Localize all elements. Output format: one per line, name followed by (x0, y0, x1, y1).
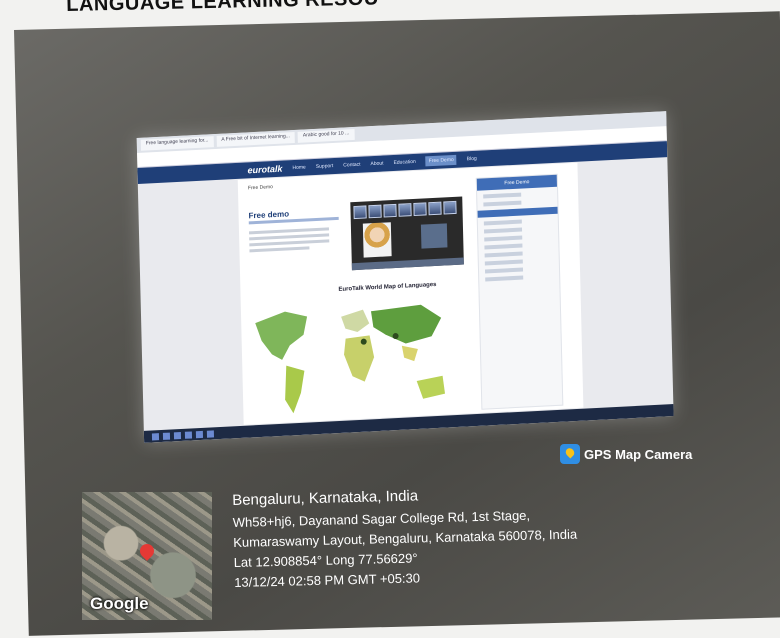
nav-item-home[interactable]: Home (292, 164, 305, 171)
browser-tab[interactable]: Arabic good for 10 ... (297, 128, 355, 143)
sidebar-header: Free Demo (476, 174, 557, 191)
thumbnail[interactable] (383, 203, 397, 218)
thumbnail[interactable] (353, 205, 367, 220)
thumbnail[interactable] (428, 201, 442, 216)
taskbar-icon[interactable] (173, 431, 182, 439)
breadcrumb: Free Demo (247, 184, 274, 192)
nav-item-free-demo[interactable]: Free Demo (425, 154, 457, 167)
nav-item-contact[interactable]: Contact (343, 162, 360, 169)
location-info: Bengaluru, Karnataka, India Wh58+hj6, Da… (232, 484, 578, 593)
language-thumbnails (350, 197, 462, 224)
location-pin-icon (137, 541, 157, 561)
video-still (420, 223, 448, 249)
thumbnail[interactable] (413, 202, 427, 217)
demo-video-player[interactable] (350, 196, 464, 271)
world-language-map[interactable] (245, 293, 458, 424)
sidebar-item-selected[interactable] (477, 206, 558, 218)
nav-item-education[interactable]: Education (393, 159, 415, 166)
browser-tab[interactable]: Free language learning for... (140, 136, 214, 151)
thumbnail[interactable] (368, 204, 382, 219)
map-pin-icon (560, 444, 580, 464)
taskbar-icon[interactable] (162, 432, 171, 440)
sidebar-item[interactable] (484, 235, 523, 242)
sidebar-item[interactable] (483, 219, 522, 226)
document-heading: LANGUAGE LEARNING RESOU (66, 0, 380, 16)
sidebar-item[interactable] (483, 200, 522, 207)
sidebar-item[interactable] (484, 243, 523, 250)
nav-item-support[interactable]: Support (316, 163, 334, 170)
demo-sidebar: Free Demo (475, 173, 564, 410)
player-controls[interactable] (351, 257, 464, 271)
location-map-thumbnail: Google (82, 492, 212, 620)
site-logo[interactable]: eurotalk (247, 164, 282, 176)
gps-app-label: GPS Map Camera (584, 446, 693, 462)
thumbnail[interactable] (443, 200, 457, 215)
map-brand-label: Google (90, 594, 149, 613)
sidebar-item[interactable] (485, 275, 524, 282)
sidebar-item[interactable] (483, 192, 522, 199)
taskbar-icon[interactable] (184, 430, 193, 439)
sidebar-item[interactable] (484, 227, 523, 234)
taskbar-icon[interactable] (206, 429, 214, 438)
sidebar-item[interactable] (484, 251, 523, 258)
presenter-image (362, 222, 392, 258)
sidebar-item[interactable] (484, 259, 523, 266)
nav-item-blog[interactable]: Blog (467, 156, 477, 163)
taskbar-icon[interactable] (195, 430, 204, 438)
thumbnail[interactable] (398, 203, 412, 217)
start-icon[interactable] (151, 432, 160, 440)
monitor-screen: Free language learning for... A Free bit… (136, 111, 674, 443)
map-title: EuroTalk World Map of Languages (338, 281, 437, 293)
nav-item-about[interactable]: About (370, 161, 383, 168)
gps-app-badge: GPS Map Camera (560, 444, 692, 464)
sidebar-item[interactable] (484, 267, 524, 274)
web-page: Free Demo Free demo EuroTalk World Map o… (237, 162, 584, 425)
